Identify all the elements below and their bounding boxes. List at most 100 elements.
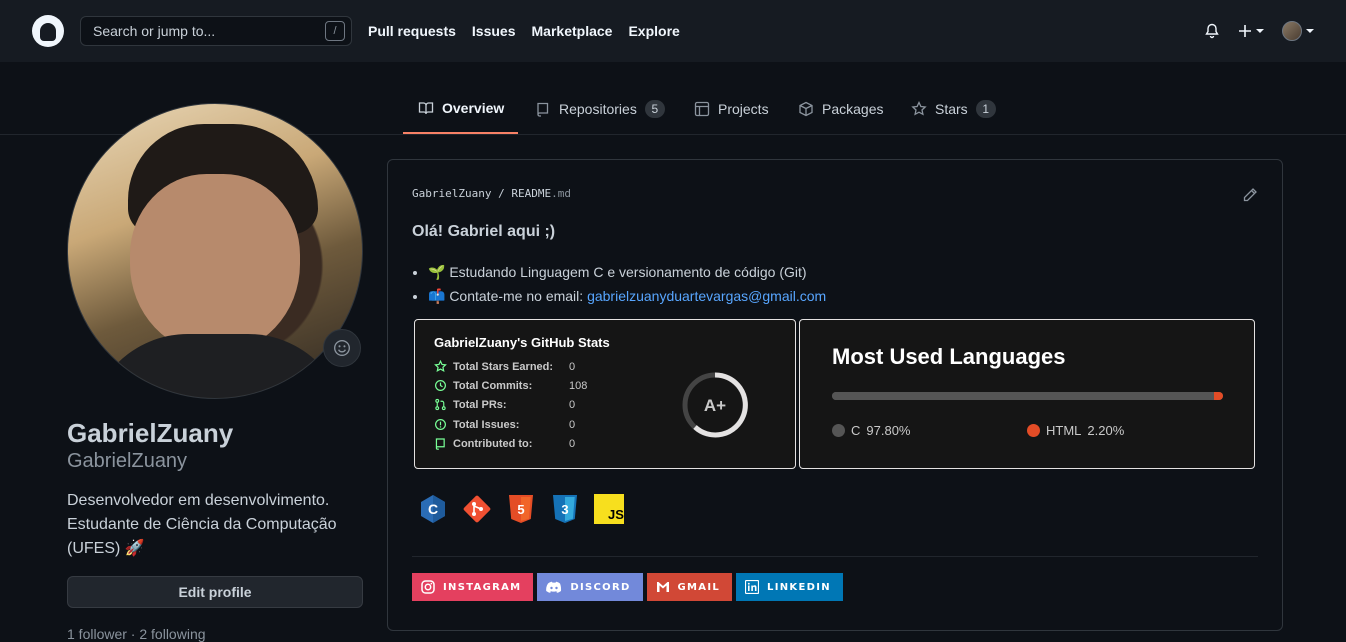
divider xyxy=(412,556,1258,557)
rank-circle: A+ xyxy=(682,372,748,438)
svg-text:C: C xyxy=(428,501,438,517)
rank-label: A+ xyxy=(704,396,726,415)
repositories-count-badge: 5 xyxy=(644,100,665,118)
stars-count-badge: 1 xyxy=(975,100,996,118)
list-item: 📫 Contate-me no email: gabrielzuanyduart… xyxy=(428,284,826,308)
search-shortcut-key: / xyxy=(325,21,345,41)
nav-explore[interactable]: Explore xyxy=(628,23,679,39)
issue-icon xyxy=(435,419,446,430)
stat-row: Contributed to: 0 xyxy=(434,437,575,450)
legend-dot xyxy=(1027,424,1040,437)
header-nav: Pull requests Issues Marketplace Explore xyxy=(368,23,696,39)
readme-file-ext: .md xyxy=(551,187,571,200)
star-icon xyxy=(911,101,927,116)
svg-text:5: 5 xyxy=(517,502,524,517)
tab-label: Stars xyxy=(935,101,968,117)
bio-line: (UFES) 🚀 xyxy=(67,540,145,557)
discord-badge[interactable]: DISCORD xyxy=(537,573,643,601)
header-actions xyxy=(1204,21,1314,41)
followers-following[interactable]: 1 follower · 2 following xyxy=(67,626,206,642)
set-status-button[interactable] xyxy=(323,329,361,367)
profile-bio: Desenvolvedor em desenvolvimento. Estuda… xyxy=(67,489,363,561)
tab-label: Packages xyxy=(822,101,884,117)
smiley-icon xyxy=(334,340,350,356)
profile-readme: GabrielZuany / README.md Olá! Gabriel aq… xyxy=(387,159,1283,631)
list-item-text: 📫 Contate-me no email: xyxy=(428,288,588,304)
user-menu[interactable] xyxy=(1282,21,1314,41)
project-icon xyxy=(694,101,710,117)
gmail-badge[interactable]: GMAIL xyxy=(646,573,733,601)
package-icon xyxy=(799,101,813,117)
css3-logo-icon: 3 xyxy=(550,494,580,524)
legend-dot xyxy=(832,424,845,437)
stat-row: Total Issues: 0 xyxy=(434,418,575,431)
search-placeholder: Search or jump to... xyxy=(93,23,216,39)
nav-issues[interactable]: Issues xyxy=(472,23,516,39)
readme-breadcrumb: GabrielZuany / README.md xyxy=(412,187,571,200)
legend-item-c: C 97.80% xyxy=(832,423,910,438)
chevron-down-icon xyxy=(1256,29,1264,33)
svg-text:3: 3 xyxy=(561,502,568,517)
bar-segment-c xyxy=(832,392,1215,400)
profile-name: GabrielZuany xyxy=(67,418,234,448)
create-new-menu[interactable] xyxy=(1238,24,1264,38)
html5-logo-icon: 5 xyxy=(506,494,536,524)
stat-row: Total Commits: 108 xyxy=(434,379,587,392)
social-badges: INSTAGRAM DISCORD GMAIL LINKEDIN xyxy=(412,573,843,601)
tab-packages[interactable]: Packages xyxy=(790,84,891,134)
svg-text:JS: JS xyxy=(608,507,624,522)
bio-line: Estudante de Ciência da Computação xyxy=(67,516,337,533)
linkedin-badge[interactable]: LINKEDIN xyxy=(736,573,843,601)
linkedin-icon xyxy=(745,580,760,594)
stats-card-title: GabrielZuany's GitHub Stats xyxy=(434,335,610,350)
readme-list: 🌱 Estudando Linguagem C e versionamento … xyxy=(428,260,826,308)
github-stats-card[interactable]: GabrielZuany's GitHub Stats Total Stars … xyxy=(414,319,796,469)
readme-owner-link[interactable]: GabrielZuany xyxy=(412,187,491,200)
gmail-icon xyxy=(656,582,669,592)
list-item: 🌱 Estudando Linguagem C e versionamento … xyxy=(428,260,826,284)
pencil-icon xyxy=(1243,188,1257,202)
tab-repositories[interactable]: Repositories 5 xyxy=(527,84,673,134)
legend-item-html: HTML 2.20% xyxy=(1027,423,1124,438)
tech-icons: C 5 3 JS xyxy=(418,494,624,524)
stat-row: Total Stars Earned: 0 xyxy=(434,360,575,373)
readme-file-name[interactable]: README xyxy=(511,187,551,200)
avatar xyxy=(1282,21,1302,41)
tab-label: Projects xyxy=(718,101,769,117)
repo-icon xyxy=(537,102,549,117)
bar-segment-html xyxy=(1214,392,1223,400)
profile-avatar[interactable] xyxy=(67,103,363,399)
book-icon xyxy=(418,102,434,115)
pull-request-icon xyxy=(435,398,446,411)
edit-profile-button[interactable]: Edit profile xyxy=(67,576,363,608)
tab-overview[interactable]: Overview xyxy=(403,84,518,134)
tab-label: Overview xyxy=(442,100,505,116)
github-logo-icon[interactable] xyxy=(32,15,64,47)
instagram-badge[interactable]: INSTAGRAM xyxy=(412,573,534,601)
chevron-down-icon xyxy=(1306,29,1314,33)
nav-marketplace[interactable]: Marketplace xyxy=(532,23,613,39)
readme-heading: Olá! Gabriel aqui ;) xyxy=(412,223,556,240)
tab-stars[interactable]: Stars 1 xyxy=(903,84,1004,134)
instagram-icon xyxy=(421,580,435,594)
tab-label: Repositories xyxy=(559,101,637,117)
search-input[interactable]: Search or jump to... / xyxy=(80,16,352,46)
bell-icon[interactable] xyxy=(1204,23,1220,39)
bio-line: Desenvolvedor em desenvolvimento. xyxy=(67,492,330,509)
profile-login: GabrielZuany xyxy=(67,450,188,472)
email-link[interactable]: gabrielzuanyduartevargas@gmail.com xyxy=(587,288,826,304)
nav-pull-requests[interactable]: Pull requests xyxy=(368,23,456,39)
js-logo-icon: JS xyxy=(594,494,624,524)
tab-projects[interactable]: Projects xyxy=(686,84,777,134)
top-languages-card[interactable]: Most Used Languages C 97.80% HTML 2.20% xyxy=(799,319,1255,469)
c-logo-icon: C xyxy=(418,494,448,524)
discord-icon xyxy=(546,581,562,593)
edit-readme-button[interactable] xyxy=(1242,187,1258,206)
history-icon xyxy=(435,380,446,391)
git-logo-icon xyxy=(462,494,492,524)
top-header: Search or jump to... / Pull requests Iss… xyxy=(0,0,1346,62)
languages-card-title: Most Used Languages xyxy=(832,344,1066,369)
languages-progress-bar xyxy=(832,392,1223,400)
plus-icon xyxy=(1238,24,1252,38)
star-icon xyxy=(434,360,447,372)
